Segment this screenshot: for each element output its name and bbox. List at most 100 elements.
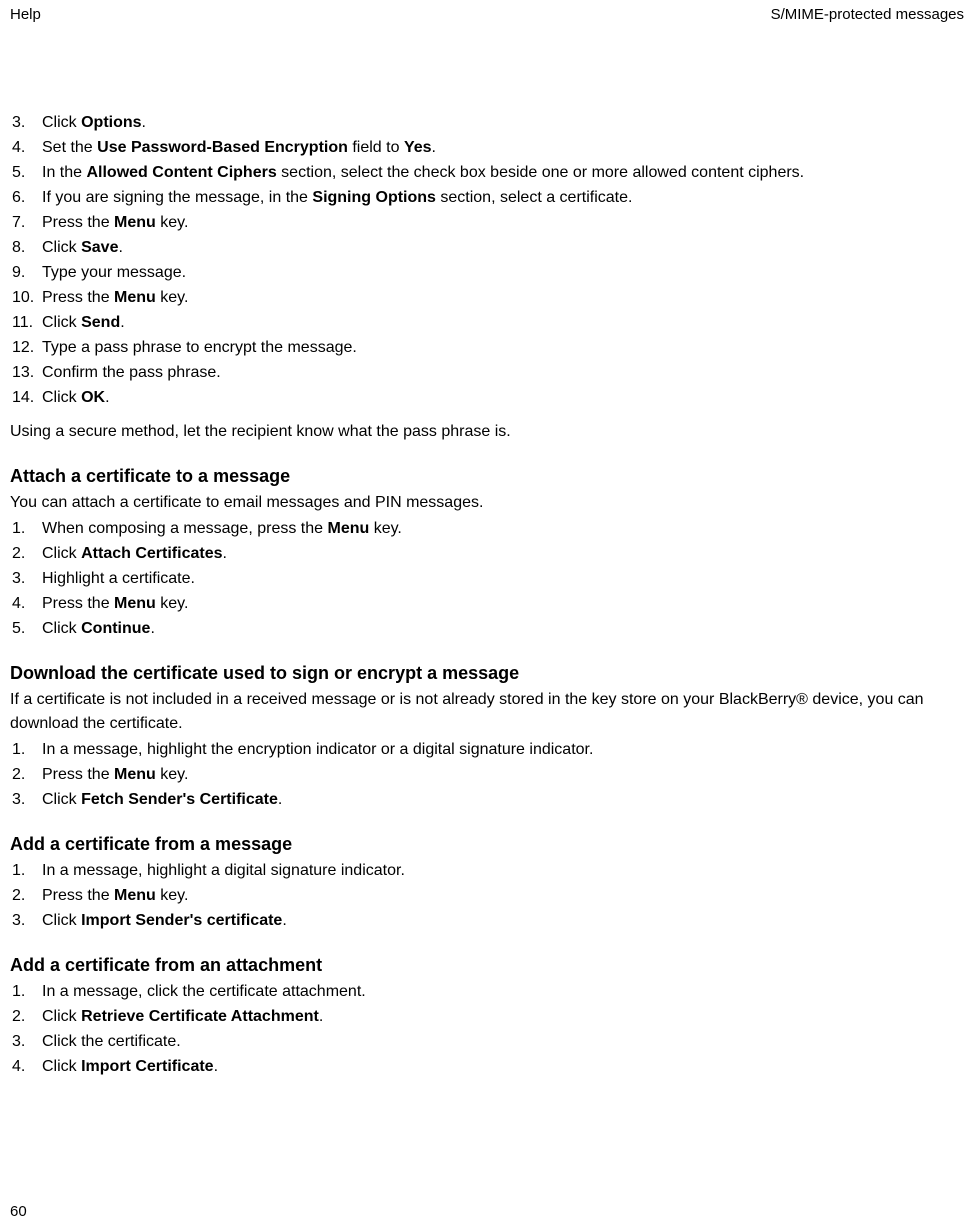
list-item: 1.In a message, highlight the encryption… xyxy=(10,738,964,762)
text-run: Press the xyxy=(42,289,114,306)
intro-attach-certificate: You can attach a certificate to email me… xyxy=(10,491,964,515)
text-run: . xyxy=(432,139,436,156)
list-item: 3.Click the certificate. xyxy=(10,1030,964,1054)
text-run: . xyxy=(278,791,282,808)
bold-term: Menu xyxy=(114,595,156,612)
list-item-text: Click Retrieve Certificate Attachment. xyxy=(42,1005,964,1029)
list-item: 4.Set the Use Password-Based Encryption … xyxy=(10,136,964,160)
text-run: Click xyxy=(42,314,81,331)
list-item-number: 10. xyxy=(10,286,42,310)
page-number: 60 xyxy=(10,1203,27,1220)
bold-term: Yes xyxy=(404,139,432,156)
list-item-text: Confirm the pass phrase. xyxy=(42,361,964,385)
bold-term: Menu xyxy=(327,520,369,537)
bold-term: Import Sender's certificate xyxy=(81,912,282,929)
list-item-text: Click Options. xyxy=(42,111,964,135)
text-run: Click xyxy=(42,114,81,131)
step-list-5: 1.In a message, click the certificate at… xyxy=(10,980,964,1079)
list-item-text: Highlight a certificate. xyxy=(42,567,964,591)
bold-term: Fetch Sender's Certificate xyxy=(81,791,278,808)
list-item-number: 8. xyxy=(10,236,42,260)
page-content: 3.Click Options.4.Set the Use Password-B… xyxy=(0,23,974,1079)
list-item-number: 11. xyxy=(10,311,42,335)
text-run: . xyxy=(150,620,154,637)
text-run: Confirm the pass phrase. xyxy=(42,364,221,381)
list-item: 3.Click Import Sender's certificate. xyxy=(10,909,964,933)
text-run: Press the xyxy=(42,887,114,904)
text-run: . xyxy=(282,912,286,929)
step-list-1: 3.Click Options.4.Set the Use Password-B… xyxy=(10,111,964,410)
list-item-text: Press the Menu key. xyxy=(42,211,964,235)
list-item-number: 14. xyxy=(10,386,42,410)
list-item-text: Click Send. xyxy=(42,311,964,335)
step-list-3: 1.In a message, highlight the encryption… xyxy=(10,738,964,812)
text-run: key. xyxy=(156,766,189,783)
list-item: 3.Click Fetch Sender's Certificate. xyxy=(10,788,964,812)
list-item-text: When composing a message, press the Menu… xyxy=(42,517,964,541)
list-item: 4.Press the Menu key. xyxy=(10,592,964,616)
list-item-text: Press the Menu key. xyxy=(42,763,964,787)
bold-term: Allowed Content Ciphers xyxy=(86,164,276,181)
text-run: Click the certificate. xyxy=(42,1033,181,1050)
text-run: If you are signing the message, in the xyxy=(42,189,312,206)
list-item: 12.Type a pass phrase to encrypt the mes… xyxy=(10,336,964,360)
list-item: 10.Press the Menu key. xyxy=(10,286,964,310)
list-item-number: 2. xyxy=(10,542,42,566)
text-run: In a message, click the certificate atta… xyxy=(42,983,366,1000)
bold-term: Use Password-Based Encryption xyxy=(97,139,348,156)
list-item-number: 3. xyxy=(10,111,42,135)
list-item-number: 5. xyxy=(10,161,42,185)
text-run: . xyxy=(105,389,109,406)
bold-term: Import Certificate xyxy=(81,1058,213,1075)
bold-term: Options xyxy=(81,114,141,131)
list-item-number: 1. xyxy=(10,517,42,541)
paragraph-secure-method: Using a secure method, let the recipient… xyxy=(10,420,964,444)
step-list-4: 1.In a message, highlight a digital sign… xyxy=(10,859,964,933)
list-item-number: 2. xyxy=(10,884,42,908)
text-run: Set the xyxy=(42,139,97,156)
heading-attach-certificate: Attach a certificate to a message xyxy=(10,466,964,487)
bold-term: Signing Options xyxy=(312,189,436,206)
step-list-2: 1.When composing a message, press the Me… xyxy=(10,517,964,641)
text-run: In a message, highlight the encryption i… xyxy=(42,741,593,758)
list-item: 2.Press the Menu key. xyxy=(10,763,964,787)
list-item: 5.Click Continue. xyxy=(10,617,964,641)
bold-term: Continue xyxy=(81,620,150,637)
text-run: key. xyxy=(156,887,189,904)
list-item-text: Set the Use Password-Based Encryption fi… xyxy=(42,136,964,160)
list-item-text: Press the Menu key. xyxy=(42,286,964,310)
list-item: 4.Click Import Certificate. xyxy=(10,1055,964,1079)
list-item: 11.Click Send. xyxy=(10,311,964,335)
list-item-text: In a message, click the certificate atta… xyxy=(42,980,964,1004)
list-item-text: If you are signing the message, in the S… xyxy=(42,186,964,210)
text-run: . xyxy=(222,545,226,562)
text-run: section, select a certificate. xyxy=(436,189,633,206)
text-run: field to xyxy=(348,139,404,156)
header-left: Help xyxy=(10,6,41,23)
text-run: Click xyxy=(42,620,81,637)
text-run: . xyxy=(142,114,146,131)
text-run: Click xyxy=(42,791,81,808)
list-item: 5.In the Allowed Content Ciphers section… xyxy=(10,161,964,185)
bold-term: Send xyxy=(81,314,120,331)
list-item: 8.Click Save. xyxy=(10,236,964,260)
list-item-text: Click Fetch Sender's Certificate. xyxy=(42,788,964,812)
text-run: When composing a message, press the xyxy=(42,520,327,537)
list-item-number: 7. xyxy=(10,211,42,235)
list-item-text: Type your message. xyxy=(42,261,964,285)
text-run: key. xyxy=(156,595,189,612)
text-run: Click xyxy=(42,1008,81,1025)
list-item: 3.Click Options. xyxy=(10,111,964,135)
text-run: Press the xyxy=(42,766,114,783)
text-run: In the xyxy=(42,164,86,181)
list-item-text: Click Continue. xyxy=(42,617,964,641)
header-right: S/MIME-protected messages xyxy=(771,6,964,23)
list-item-number: 5. xyxy=(10,617,42,641)
bold-term: Attach Certificates xyxy=(81,545,222,562)
list-item-number: 1. xyxy=(10,980,42,1004)
list-item-number: 12. xyxy=(10,336,42,360)
list-item: 14.Click OK. xyxy=(10,386,964,410)
list-item-number: 4. xyxy=(10,592,42,616)
text-run: Click xyxy=(42,239,81,256)
page-header: Help S/MIME-protected messages xyxy=(0,0,974,23)
